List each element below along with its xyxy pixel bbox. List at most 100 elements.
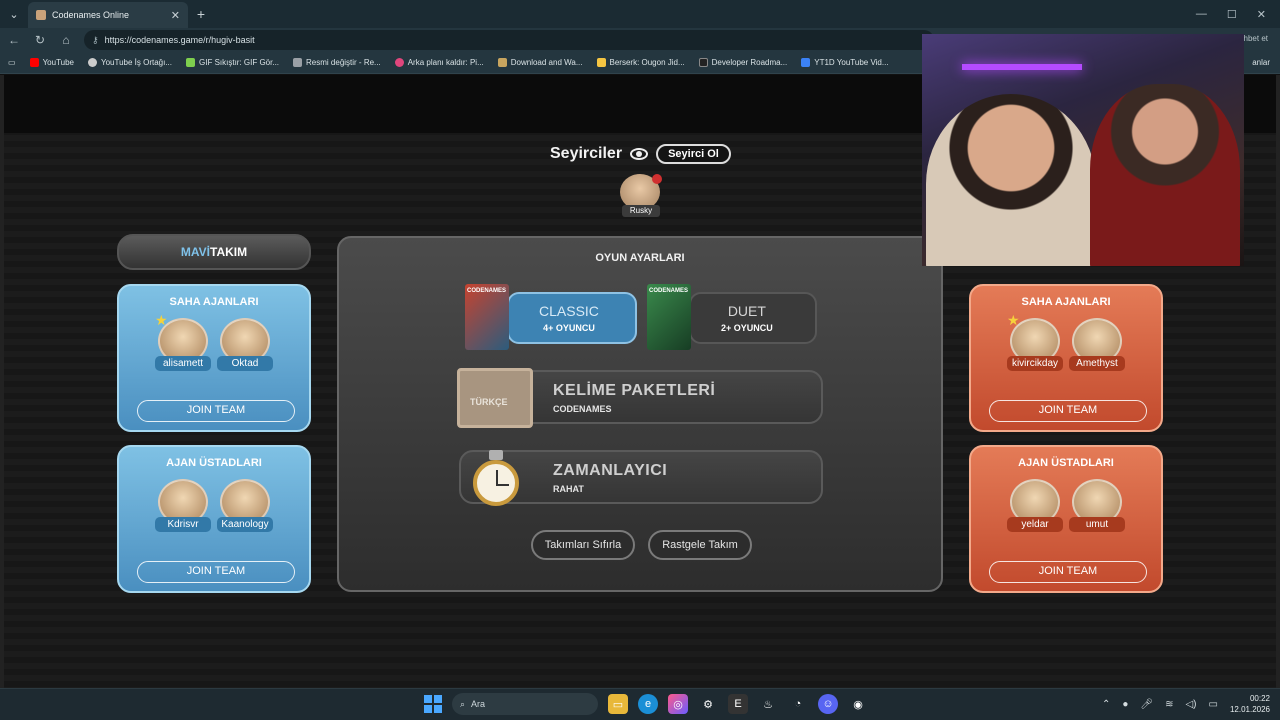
player-name: Kdrisvr — [155, 517, 211, 532]
obs-icon[interactable]: ◉ — [848, 694, 868, 714]
folder-icon — [596, 58, 606, 67]
page-edge-left — [0, 75, 4, 688]
bookmark-item[interactable]: YT1D YouTube Vid... — [801, 58, 889, 67]
row-sub: RAHAT — [553, 484, 584, 494]
player-name: Oktad — [217, 356, 273, 371]
card-title: AJAN ÜSTADLARI — [1018, 457, 1114, 469]
bookmark-item[interactable]: YouTube — [29, 58, 74, 67]
team-label-rest: TAKIM — [210, 245, 248, 259]
bookmark-item[interactable]: Download and Wa... — [497, 58, 583, 67]
player-name: alisamett — [155, 356, 211, 371]
clock-date: 12.01.2026 — [1229, 705, 1270, 714]
browser-tabbar: ⌄ Codenames Online ✕ + — ☐ ✕ — [0, 0, 1280, 28]
bookmark-item[interactable]: Arka planı kaldır: Pi... — [394, 58, 484, 67]
bookmark-item[interactable]: GIF Sıkıştır: GIF Gör... — [186, 58, 279, 67]
gif-icon — [186, 58, 196, 67]
spectator-name: Rusky — [622, 205, 660, 217]
microphone-icon[interactable]: 🎤︎ — [1140, 699, 1153, 710]
player-slot: yeldar — [1007, 479, 1063, 532]
bookmark-item[interactable]: YouTube İş Ortağı... — [88, 58, 172, 67]
download-arrow-icon — [801, 58, 811, 67]
red-spymasters-card: AJAN ÜSTADLARI yeldar umut JOIN TEAM — [969, 445, 1163, 593]
maximize-icon[interactable]: ☐ — [1227, 8, 1237, 21]
app-tray-icon[interactable]: ● — [1122, 699, 1128, 710]
address-bar[interactable]: ⚷ https://codenames.game/r/hugiv-basit — [84, 30, 934, 50]
random-teams-button[interactable]: Rastgele Takım — [648, 530, 752, 560]
all-bookmarks[interactable]: anlar — [1252, 58, 1270, 67]
toolbar-right-text: hbet et — [1243, 34, 1268, 43]
blue-team-header: MAVİ TAKIM — [117, 234, 311, 270]
card-title: SAHA AJANLARI — [169, 296, 259, 308]
youtube-icon — [29, 58, 39, 67]
site-info-icon[interactable]: ⚷ — [92, 35, 99, 46]
system-tray: ⌃ ● 🎤︎ ≋ ◁) ▭ 00:22 12.01.2026 — [1102, 693, 1270, 715]
bookmark-item[interactable]: Developer Roadma... — [698, 58, 787, 67]
bookmark-item[interactable]: Resmi değiştir - Re... — [293, 58, 381, 67]
join-team-button[interactable]: JOIN TEAM — [989, 561, 1147, 583]
remove-badge-icon[interactable] — [652, 174, 662, 184]
volume-icon[interactable]: ◁) — [1185, 699, 1196, 710]
taskbar-clock[interactable]: 00:22 12.01.2026 — [1230, 693, 1270, 715]
windows-taskbar: ⌕ Ara ▭ e ◎ ⚙ E ♨ ◔ ☺ ◉ ⌃ ● 🎤︎ ≋ ◁) ▭ 00… — [0, 688, 1280, 720]
player-slot: Amethyst — [1069, 318, 1125, 371]
resize-icon — [293, 58, 303, 67]
close-tab-icon[interactable]: ✕ — [171, 9, 180, 22]
discord-icon[interactable]: ☺ — [818, 694, 838, 714]
clock-time: 00:22 — [1249, 694, 1270, 703]
wifi-icon[interactable]: ≋ — [1165, 699, 1173, 710]
join-team-button[interactable]: JOIN TEAM — [137, 561, 295, 583]
second-person — [1090, 84, 1240, 266]
new-tab-icon[interactable]: + — [188, 6, 214, 22]
home-icon[interactable]: ⌂ — [58, 33, 74, 47]
blue-field-agents-card: SAHA AJANLARI ★ alisamett Oktad JOIN TEA… — [117, 284, 311, 432]
remove-bg-icon — [394, 58, 404, 67]
game-settings-panel: OYUN AYARLARI CLASSIC 4+ OYUNCU CODENAME… — [337, 236, 943, 592]
steam-icon[interactable]: ⚙ — [698, 694, 718, 714]
join-team-button[interactable]: JOIN TEAM — [137, 400, 295, 422]
join-team-button[interactable]: JOIN TEAM — [989, 400, 1147, 422]
battery-icon[interactable]: ▭ — [1209, 699, 1218, 710]
file-explorer-icon[interactable]: ▭ — [608, 694, 628, 714]
row-sub: CODENAMES — [553, 404, 612, 414]
spectators-title: Seyirciler — [550, 145, 623, 162]
card-title: AJAN ÜSTADLARI — [166, 457, 262, 469]
become-spectator-button[interactable]: Seyirci Ol — [656, 144, 731, 164]
minimize-icon[interactable]: — — [1196, 8, 1207, 21]
reset-teams-button[interactable]: Takımları Sıfırla — [531, 530, 635, 560]
chevron-up-icon[interactable]: ⌃ — [1102, 699, 1110, 710]
mode-players: 2+ OYUNCU — [721, 323, 773, 333]
player-name: yeldar — [1007, 517, 1063, 532]
back-icon[interactable]: ← — [6, 33, 22, 47]
update-icon[interactable]: ◔ — [788, 694, 808, 714]
taskbar-search[interactable]: ⌕ Ara — [452, 693, 598, 715]
red-field-agents-card: SAHA AJANLARI ★ kivircikday Amethyst JOI… — [969, 284, 1163, 432]
stopwatch-icon — [471, 450, 521, 508]
steam-client-icon[interactable]: ♨ — [758, 694, 778, 714]
epic-games-icon[interactable]: E — [728, 694, 748, 714]
tab-list-icon[interactable]: ⌄ — [0, 0, 28, 28]
eye-icon — [630, 148, 649, 160]
player-name: Amethyst — [1069, 356, 1125, 371]
tab-title: Codenames Online — [52, 10, 130, 20]
mode-classic-button[interactable]: CLASSIC 4+ OYUNCU — [507, 292, 637, 344]
row-name: KELİME PAKETLERİ — [553, 382, 716, 399]
mode-duet-button[interactable]: DUET 2+ OYUNCU — [689, 292, 817, 344]
download-site-icon — [497, 58, 507, 67]
url-text: https://codenames.game/r/hugiv-basit — [104, 35, 255, 45]
close-window-icon[interactable]: ✕ — [1257, 8, 1266, 21]
codenames-favicon-icon — [36, 10, 46, 20]
instagram-icon[interactable]: ◎ — [668, 694, 688, 714]
webcam-overlay — [922, 34, 1244, 266]
apps-icon[interactable]: ▭ — [8, 58, 16, 67]
player-slot: umut — [1069, 479, 1125, 532]
star-icon: ★ — [1007, 312, 1020, 328]
browser-tab[interactable]: Codenames Online ✕ — [28, 2, 188, 28]
row-name: ZAMANLAYICI — [553, 462, 668, 479]
card-title: SAHA AJANLARI — [1021, 296, 1111, 308]
reload-icon[interactable]: ↻ — [32, 33, 48, 47]
edge-icon[interactable]: e — [638, 694, 658, 714]
duet-box-image: CODENAMES — [647, 284, 691, 350]
start-icon[interactable] — [424, 695, 442, 713]
player-slot: Oktad — [217, 318, 273, 371]
bookmark-item[interactable]: Berserk: Ougon Jid... — [596, 58, 685, 67]
